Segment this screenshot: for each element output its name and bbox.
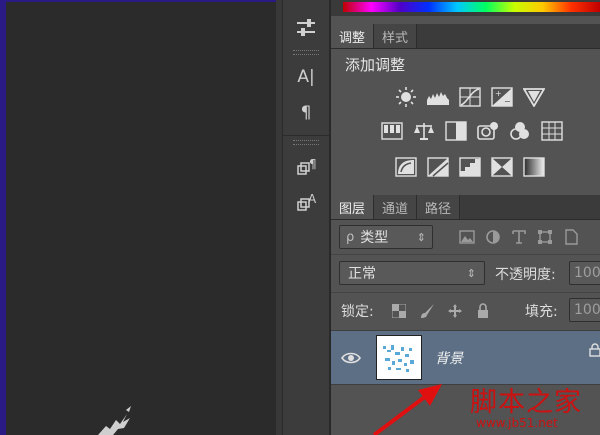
layers-tabbar: 图层 通道 路径 <box>331 195 600 220</box>
tab-channels[interactable]: 通道 <box>374 195 418 219</box>
lock-position-icon[interactable] <box>445 301 465 321</box>
lock-image-pixels-icon[interactable] <box>417 301 437 321</box>
right-panel-column: 调整 样式 添加调整 + − 图层 通道 路径 ρ 类型 ⇕ 正常 ⇕ 不透明度… <box>331 0 600 435</box>
divider <box>331 254 600 255</box>
hue-saturation-icon[interactable] <box>379 118 405 144</box>
character-panel-icon[interactable]: A| <box>283 59 329 95</box>
properties-icon[interactable] <box>283 10 329 46</box>
layer-filter-select[interactable]: ρ 类型 ⇕ <box>339 225 433 249</box>
invert-icon[interactable] <box>393 154 419 180</box>
svg-text:A: A <box>308 192 317 206</box>
fill-label: 填充: <box>525 304 558 320</box>
exposure-icon[interactable]: + − <box>489 84 515 110</box>
opacity-input[interactable]: 100 <box>569 261 600 285</box>
annotation-arrow <box>372 384 442 435</box>
toolstrip-divider <box>283 135 329 136</box>
swatches-strip[interactable] <box>331 0 600 16</box>
color-spectrum[interactable] <box>343 2 600 12</box>
pixel-layer-filter-icon[interactable] <box>457 227 477 247</box>
adjustment-icons-row-1: + − <box>393 84 547 110</box>
channel-mixer-icon[interactable] <box>507 118 533 144</box>
canvas-brush-artwork <box>98 406 131 435</box>
select-arrows-icon: ⇕ <box>466 266 476 280</box>
tab-paths[interactable]: 路径 <box>417 195 461 219</box>
paragraph-styles-icon[interactable]: ¶ <box>283 149 329 185</box>
curves-icon[interactable] <box>457 84 483 110</box>
color-lookup-icon[interactable] <box>539 118 565 144</box>
search-icon: ρ <box>346 229 355 245</box>
tab-layers[interactable]: 图层 <box>331 195 375 219</box>
brightness-contrast-icon[interactable] <box>393 84 419 110</box>
watermark-title: 脚本之家 <box>470 387 582 418</box>
fill-input[interactable]: 100 <box>569 298 600 322</box>
levels-icon[interactable] <box>425 84 451 110</box>
lock-options <box>389 301 493 321</box>
smart-object-filter-icon[interactable] <box>561 227 581 247</box>
adjustments-tabbar: 调整 样式 <box>331 24 600 49</box>
panel-grip[interactable] <box>293 140 319 145</box>
panel-toolstrip: A| ¶ ¶ A <box>282 0 330 435</box>
tab-styles[interactable]: 样式 <box>374 24 418 48</box>
paragraph-panel-icon[interactable]: ¶ <box>283 95 329 131</box>
panel-title: 添加调整 <box>345 56 406 74</box>
lock-all-icon[interactable] <box>473 301 493 321</box>
photo-filter-icon[interactable] <box>475 118 501 144</box>
divider <box>331 292 600 293</box>
adjustment-icons-row-2 <box>379 118 565 144</box>
layer-lock-icon <box>589 343 600 357</box>
vibrance-icon[interactable] <box>521 84 547 110</box>
watermark: 脚本之家 www.jb51.net <box>458 380 600 435</box>
type-layer-filter-icon[interactable] <box>509 227 529 247</box>
svg-text:−: − <box>504 97 511 106</box>
layer-row-background[interactable]: 背景 <box>331 330 600 385</box>
canvas-border-left <box>0 0 6 435</box>
adjustment-layer-filter-icon[interactable] <box>483 227 503 247</box>
adjustment-icons-row-3 <box>393 154 547 180</box>
posterize-icon[interactable] <box>425 154 451 180</box>
layer-name[interactable]: 背景 <box>435 348 463 368</box>
threshold-icon[interactable] <box>457 154 483 180</box>
svg-text:¶: ¶ <box>309 157 317 171</box>
eye-icon[interactable] <box>341 350 361 366</box>
canvas-document[interactable] <box>6 2 276 435</box>
layer-filter-value: 类型 <box>360 230 389 246</box>
lock-label: 锁定: <box>341 304 374 320</box>
blend-mode-value: 正常 <box>348 266 376 282</box>
layer-filter-kinds <box>457 227 581 247</box>
lock-transparent-pixels-icon[interactable] <box>389 301 409 321</box>
panel-grip[interactable] <box>293 50 319 55</box>
selective-color-icon[interactable] <box>489 154 515 180</box>
layer-thumbnail[interactable] <box>376 335 422 380</box>
tab-adjustments[interactable]: 调整 <box>331 24 375 48</box>
shape-layer-filter-icon[interactable] <box>535 227 555 247</box>
gradient-map-icon[interactable] <box>521 154 547 180</box>
canvas-border-top <box>0 0 282 2</box>
svg-text:+: + <box>495 89 502 98</box>
document-canvas[interactable] <box>0 0 282 435</box>
color-balance-icon[interactable] <box>411 118 437 144</box>
blend-mode-select[interactable]: 正常 ⇕ <box>339 261 485 285</box>
opacity-label: 不透明度: <box>495 267 556 283</box>
select-arrows-icon: ⇕ <box>416 230 426 244</box>
adjustments-panel: 调整 样式 添加调整 + − <box>331 24 600 194</box>
black-white-icon[interactable] <box>443 118 469 144</box>
watermark-url: www.jb51.net <box>476 416 558 430</box>
character-styles-icon[interactable]: A <box>283 185 329 221</box>
